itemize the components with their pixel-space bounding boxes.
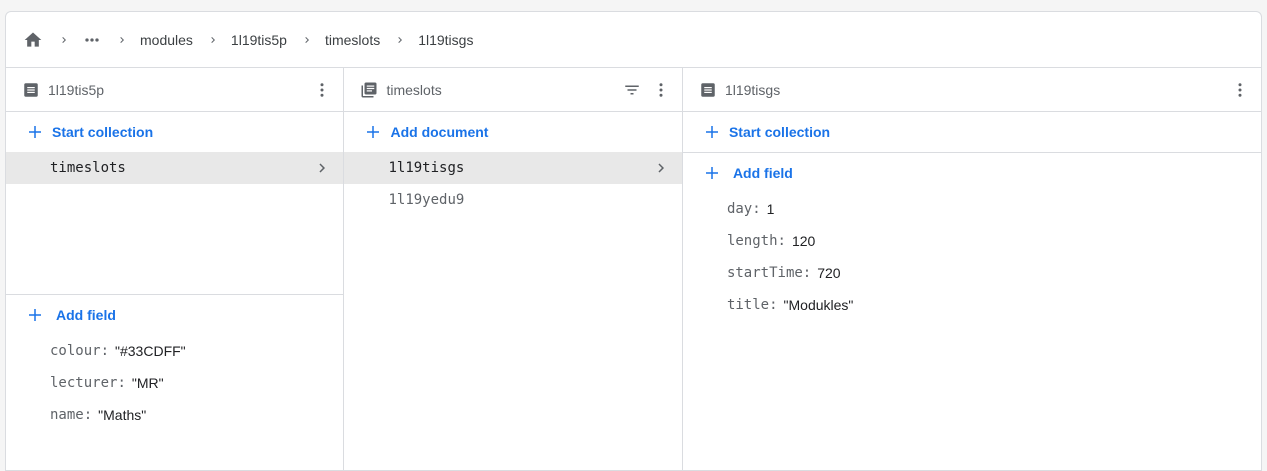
panel-title: 1l19tisgs [724, 81, 781, 98]
start-collection-button[interactable]: Start collection [683, 112, 1261, 152]
field-row[interactable]: lecturer: "MR" [6, 367, 343, 399]
chevron-right-icon [313, 159, 331, 177]
add-document-button[interactable]: Add document [344, 112, 681, 152]
field-row[interactable]: name: "Maths" [6, 399, 343, 431]
document-panel-parent: 1l19tis5p Start collection timeslots Add… [6, 68, 345, 470]
field-value: "#33CDFF" [115, 343, 186, 359]
add-icon [26, 123, 44, 141]
start-collection-label: Start collection [52, 124, 154, 140]
field-value: "Modukles" [783, 297, 854, 313]
chevron-right-icon [116, 34, 128, 46]
list-item-collection[interactable]: timeslots [6, 152, 344, 184]
start-collection-button[interactable]: Start collection [6, 112, 343, 152]
field-key: startTime [726, 265, 803, 281]
start-collection-label: Start collection [728, 124, 831, 140]
field-key: lecturer [50, 375, 118, 391]
panel-columns: 1l19tis5p Start collection timeslots Add… [6, 68, 1261, 470]
chevron-right-icon [394, 34, 406, 46]
firestore-data-viewer: modules 1l19tis5p timeslots 1l19tisgs 1l… [5, 11, 1262, 471]
document-panel: 1l19tisgs Start collection Add field day… [682, 68, 1261, 470]
breadcrumb-item-collection[interactable]: timeslots [325, 32, 380, 48]
field-row[interactable]: length: 120 [683, 225, 1261, 257]
add-field-button[interactable]: Add field [683, 153, 1261, 193]
more-horiz-icon[interactable] [82, 30, 102, 50]
add-icon [703, 164, 721, 182]
add-document-label: Add document [390, 124, 489, 140]
panel-header: 1l19tisgs [682, 68, 1261, 112]
add-field-label: Add field [56, 307, 116, 323]
field-row[interactable]: day: 1 [683, 193, 1261, 225]
document-icon [699, 81, 717, 99]
collection-panel: timeslots Add document 1l19tisgs 1l19yed… [344, 68, 683, 470]
add-field-label: Add field [732, 165, 793, 181]
field-row[interactable]: startTime: 720 [683, 257, 1261, 289]
field-key: title [726, 297, 770, 313]
collection-icon [360, 81, 378, 99]
add-icon [703, 123, 721, 141]
panel-title: 1l19tis5p [48, 81, 105, 98]
collection-name: timeslots [50, 160, 126, 176]
document-icon [22, 81, 40, 99]
document-id: 1l19tisgs [388, 160, 465, 176]
more-vert-icon[interactable] [313, 81, 331, 99]
home-icon[interactable] [22, 30, 44, 50]
breadcrumb-item-modules[interactable]: modules [140, 32, 193, 48]
panel-header: 1l19tis5p [6, 68, 344, 112]
add-field-button[interactable]: Add field [6, 295, 343, 335]
filter-icon[interactable] [622, 81, 642, 99]
chevron-right-icon [58, 34, 70, 46]
field-row[interactable]: title: "Modukles" [683, 289, 1261, 321]
chevron-right-icon [652, 159, 670, 177]
field-value: 120 [791, 233, 816, 249]
more-vert-icon[interactable] [1231, 81, 1249, 99]
breadcrumb-item-document[interactable]: 1l19tis5p [231, 32, 287, 48]
field-value: 1 [766, 201, 775, 217]
breadcrumb: modules 1l19tis5p timeslots 1l19tisgs [6, 12, 1261, 68]
field-value: "MR" [131, 375, 164, 391]
field-value: "Maths" [98, 407, 147, 423]
list-item-document[interactable]: 1l19tisgs [344, 152, 682, 184]
field-key: length [726, 233, 778, 249]
more-vert-icon[interactable] [652, 81, 670, 99]
field-key: colour [50, 343, 101, 359]
field-row[interactable]: colour: "#33CDFF" [6, 335, 343, 367]
field-key: name [50, 407, 84, 423]
panel-header: timeslots [344, 68, 682, 112]
field-key: day [726, 201, 753, 217]
breadcrumb-item-current[interactable]: 1l19tisgs [418, 32, 473, 48]
add-icon [26, 306, 44, 324]
panel-title: timeslots [386, 81, 442, 98]
field-value: 720 [817, 265, 841, 281]
list-item-document[interactable]: 1l19yedu9 [344, 184, 681, 216]
chevron-right-icon [301, 34, 313, 46]
document-id: 1l19yedu9 [388, 192, 465, 208]
chevron-right-icon [207, 34, 219, 46]
add-icon [364, 123, 382, 141]
